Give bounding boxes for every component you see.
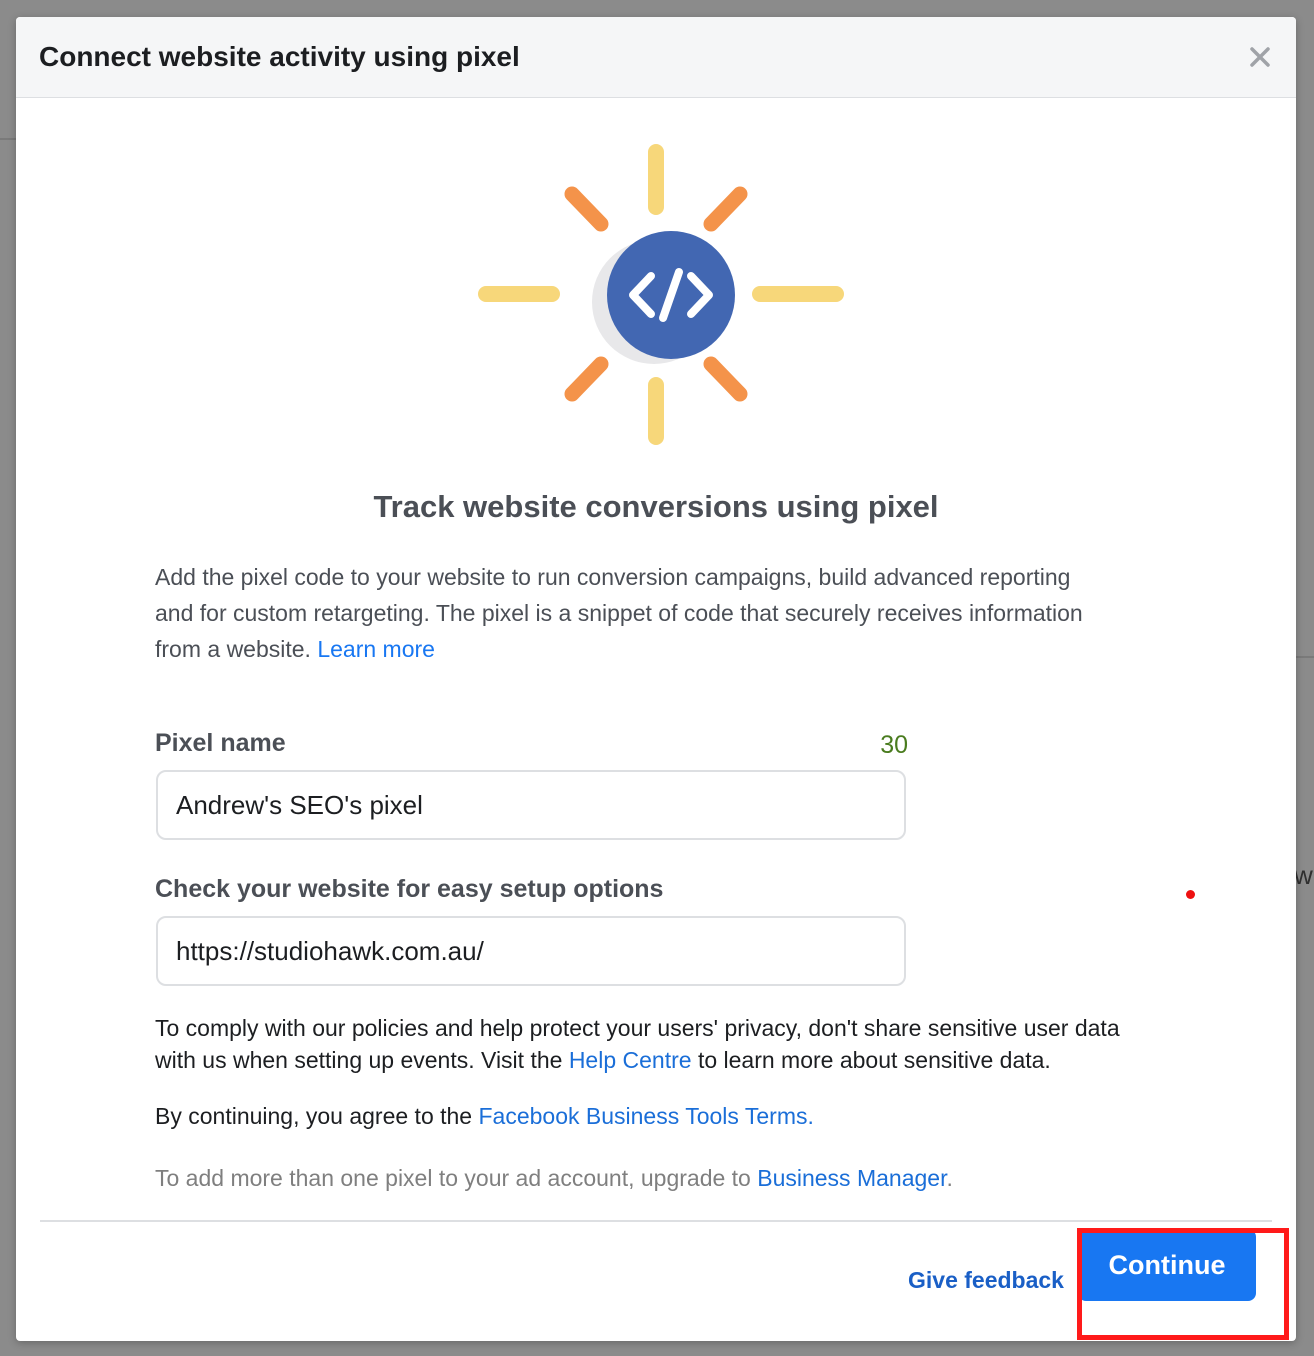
website-url-input[interactable] bbox=[156, 916, 906, 986]
policy-text-after: to learn more about sensitive data. bbox=[697, 1047, 1051, 1073]
description: Add the pixel code to your website to ru… bbox=[155, 559, 1095, 667]
help-centre-link[interactable]: Help Centre bbox=[569, 1047, 692, 1073]
ray-bottom-left bbox=[564, 356, 609, 402]
close-icon bbox=[1250, 47, 1270, 67]
business-tools-terms-link[interactable]: Facebook Business Tools Terms. bbox=[479, 1103, 814, 1129]
pixel-illustration bbox=[478, 144, 844, 445]
close-button[interactable] bbox=[1246, 43, 1274, 71]
footer-divider bbox=[40, 1220, 1272, 1222]
pixel-name-input[interactable] bbox=[156, 770, 906, 840]
upgrade-text: To add more than one pixel to your ad ac… bbox=[155, 1165, 751, 1191]
character-counter: 30 bbox=[880, 731, 908, 759]
ray-bottom-right bbox=[703, 356, 748, 402]
connect-pixel-dialog: Connect website activity using pixel Tra… bbox=[16, 17, 1296, 1341]
background-divider bbox=[0, 138, 16, 140]
privacy-notice: To comply with our policies and help pro… bbox=[155, 1012, 1165, 1076]
dialog-title: Connect website activity using pixel bbox=[39, 41, 520, 72]
description-text: Add the pixel code to your website to ru… bbox=[155, 564, 1083, 662]
section-heading: Track website conversions using pixel bbox=[373, 489, 939, 524]
background-divider bbox=[1296, 656, 1314, 658]
business-manager-link[interactable]: Business Manager bbox=[757, 1165, 946, 1191]
highlight-annotation bbox=[1077, 1228, 1289, 1340]
dialog-header: Connect website activity using pixel bbox=[16, 17, 1296, 98]
learn-more-link[interactable]: Learn more bbox=[317, 636, 435, 662]
upgrade-notice: To add more than one pixel to your ad ac… bbox=[155, 1165, 953, 1192]
terms-notice: By continuing, you agree to the Facebook… bbox=[155, 1103, 814, 1130]
ray-top-left bbox=[564, 186, 609, 232]
cursor-dot bbox=[1186, 890, 1195, 899]
pixel-name-label: Pixel name bbox=[155, 729, 286, 757]
give-feedback-link[interactable]: Give feedback bbox=[908, 1267, 1064, 1294]
terms-text: By continuing, you agree to the bbox=[155, 1103, 473, 1129]
ray-top-right bbox=[703, 186, 748, 232]
website-label: Check your website for easy setup option… bbox=[155, 875, 664, 903]
background-text: wi bbox=[1294, 860, 1314, 890]
upgrade-period: . bbox=[946, 1165, 953, 1191]
